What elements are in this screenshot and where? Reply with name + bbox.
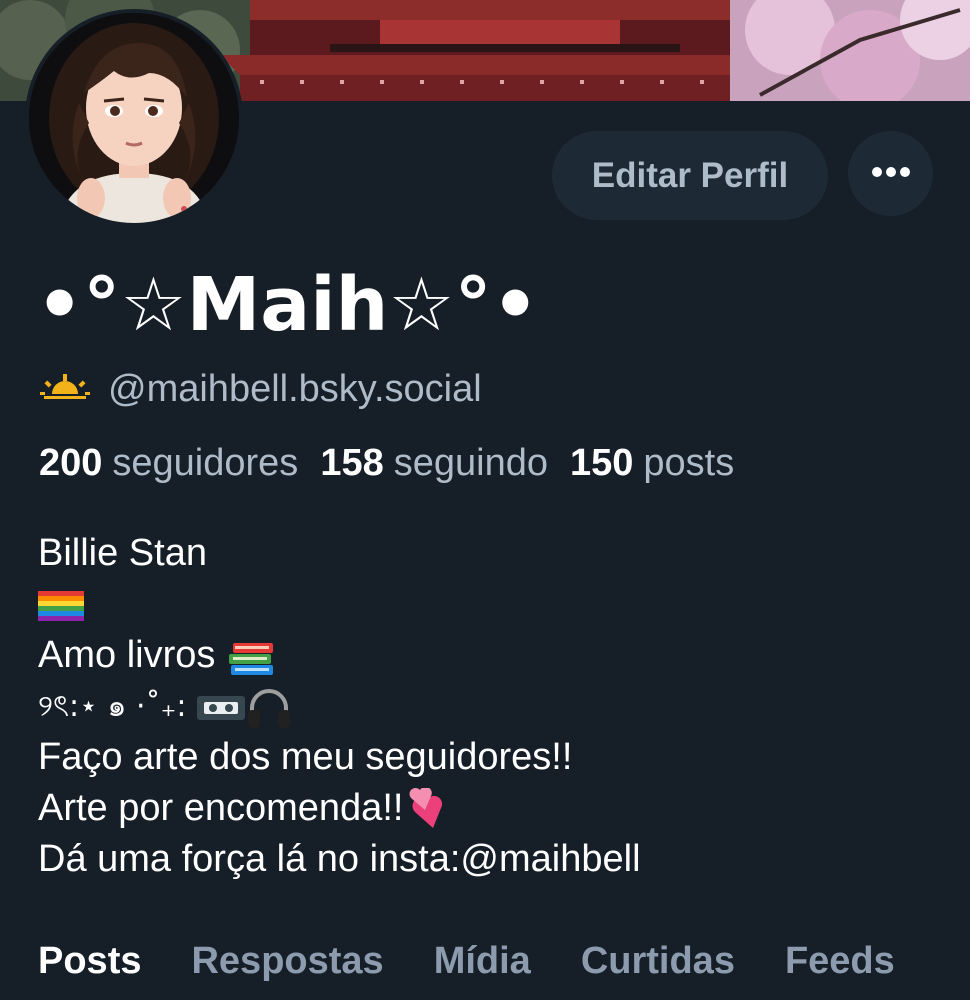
- posts-count: 150: [569, 442, 634, 484]
- handle-row: @maihbell.bsky.social: [40, 364, 482, 414]
- tab-likes[interactable]: Curtidas: [581, 940, 735, 1000]
- edit-profile-button[interactable]: Editar Perfil: [552, 131, 828, 220]
- tab-media[interactable]: Mídia: [434, 940, 531, 1000]
- tab-feeds[interactable]: Feeds: [785, 940, 895, 1000]
- rainbow-flag-icon: [38, 579, 86, 630]
- posts-label: posts: [643, 442, 735, 484]
- following-label: seguindo: [393, 442, 548, 484]
- sunrise-icon: [40, 372, 90, 407]
- bio-line: Billie Stan: [38, 528, 641, 579]
- following-stat[interactable]: 158 seguindo: [320, 442, 548, 485]
- profile-handle[interactable]: @maihbell.bsky.social: [108, 368, 482, 411]
- posts-stat: 150 posts: [570, 442, 734, 485]
- bio-text: Dá uma força lá no insta:@maihbell: [38, 838, 641, 880]
- more-options-button[interactable]: [848, 131, 933, 216]
- tab-posts[interactable]: Posts: [38, 940, 141, 1000]
- books-icon: [227, 630, 277, 681]
- bio-text: Arte por encomenda!!: [38, 787, 404, 829]
- bio-text: Billie Stan: [38, 532, 207, 574]
- bio-line: ୨ৎ:⋆ ๑ ·˚₊:: [38, 681, 641, 732]
- following-count: 158: [320, 442, 384, 484]
- vhs-tape-icon: [196, 681, 246, 732]
- bio-line: Dá uma força lá no insta:@maihbell: [38, 834, 641, 885]
- profile-tabs: Posts Respostas Mídia Curtidas Feeds: [38, 940, 945, 1000]
- profile-stats: 200 seguidores 158 seguindo 150 posts: [39, 442, 756, 485]
- bio-line: Amo livros: [38, 630, 641, 681]
- avatar-ring: [25, 9, 243, 227]
- headphones-icon: [246, 681, 292, 732]
- avatar[interactable]: [29, 13, 239, 223]
- followers-count: 200: [39, 442, 103, 484]
- more-horizontal-icon: [871, 166, 911, 181]
- profile-bio: Billie Stan Amo livros ୨ৎ:⋆ ๑ ·˚₊: Faço …: [38, 528, 641, 885]
- bio-text: Faço arte dos meu seguidores!!: [38, 736, 573, 778]
- bio-line: Arte por encomenda!!: [38, 783, 641, 834]
- bio-line: [38, 579, 641, 630]
- bio-text: ୨ৎ:⋆ ๑ ·˚₊:: [38, 689, 187, 724]
- two-hearts-icon: [403, 783, 451, 834]
- tab-replies[interactable]: Respostas: [191, 940, 383, 1000]
- bio-text: Amo livros: [38, 634, 216, 676]
- followers-stat[interactable]: 200 seguidores: [39, 442, 298, 485]
- display-name: •°☆Maih☆°•: [36, 262, 539, 348]
- bio-line: Faço arte dos meu seguidores!!: [38, 732, 641, 783]
- followers-label: seguidores: [112, 442, 299, 484]
